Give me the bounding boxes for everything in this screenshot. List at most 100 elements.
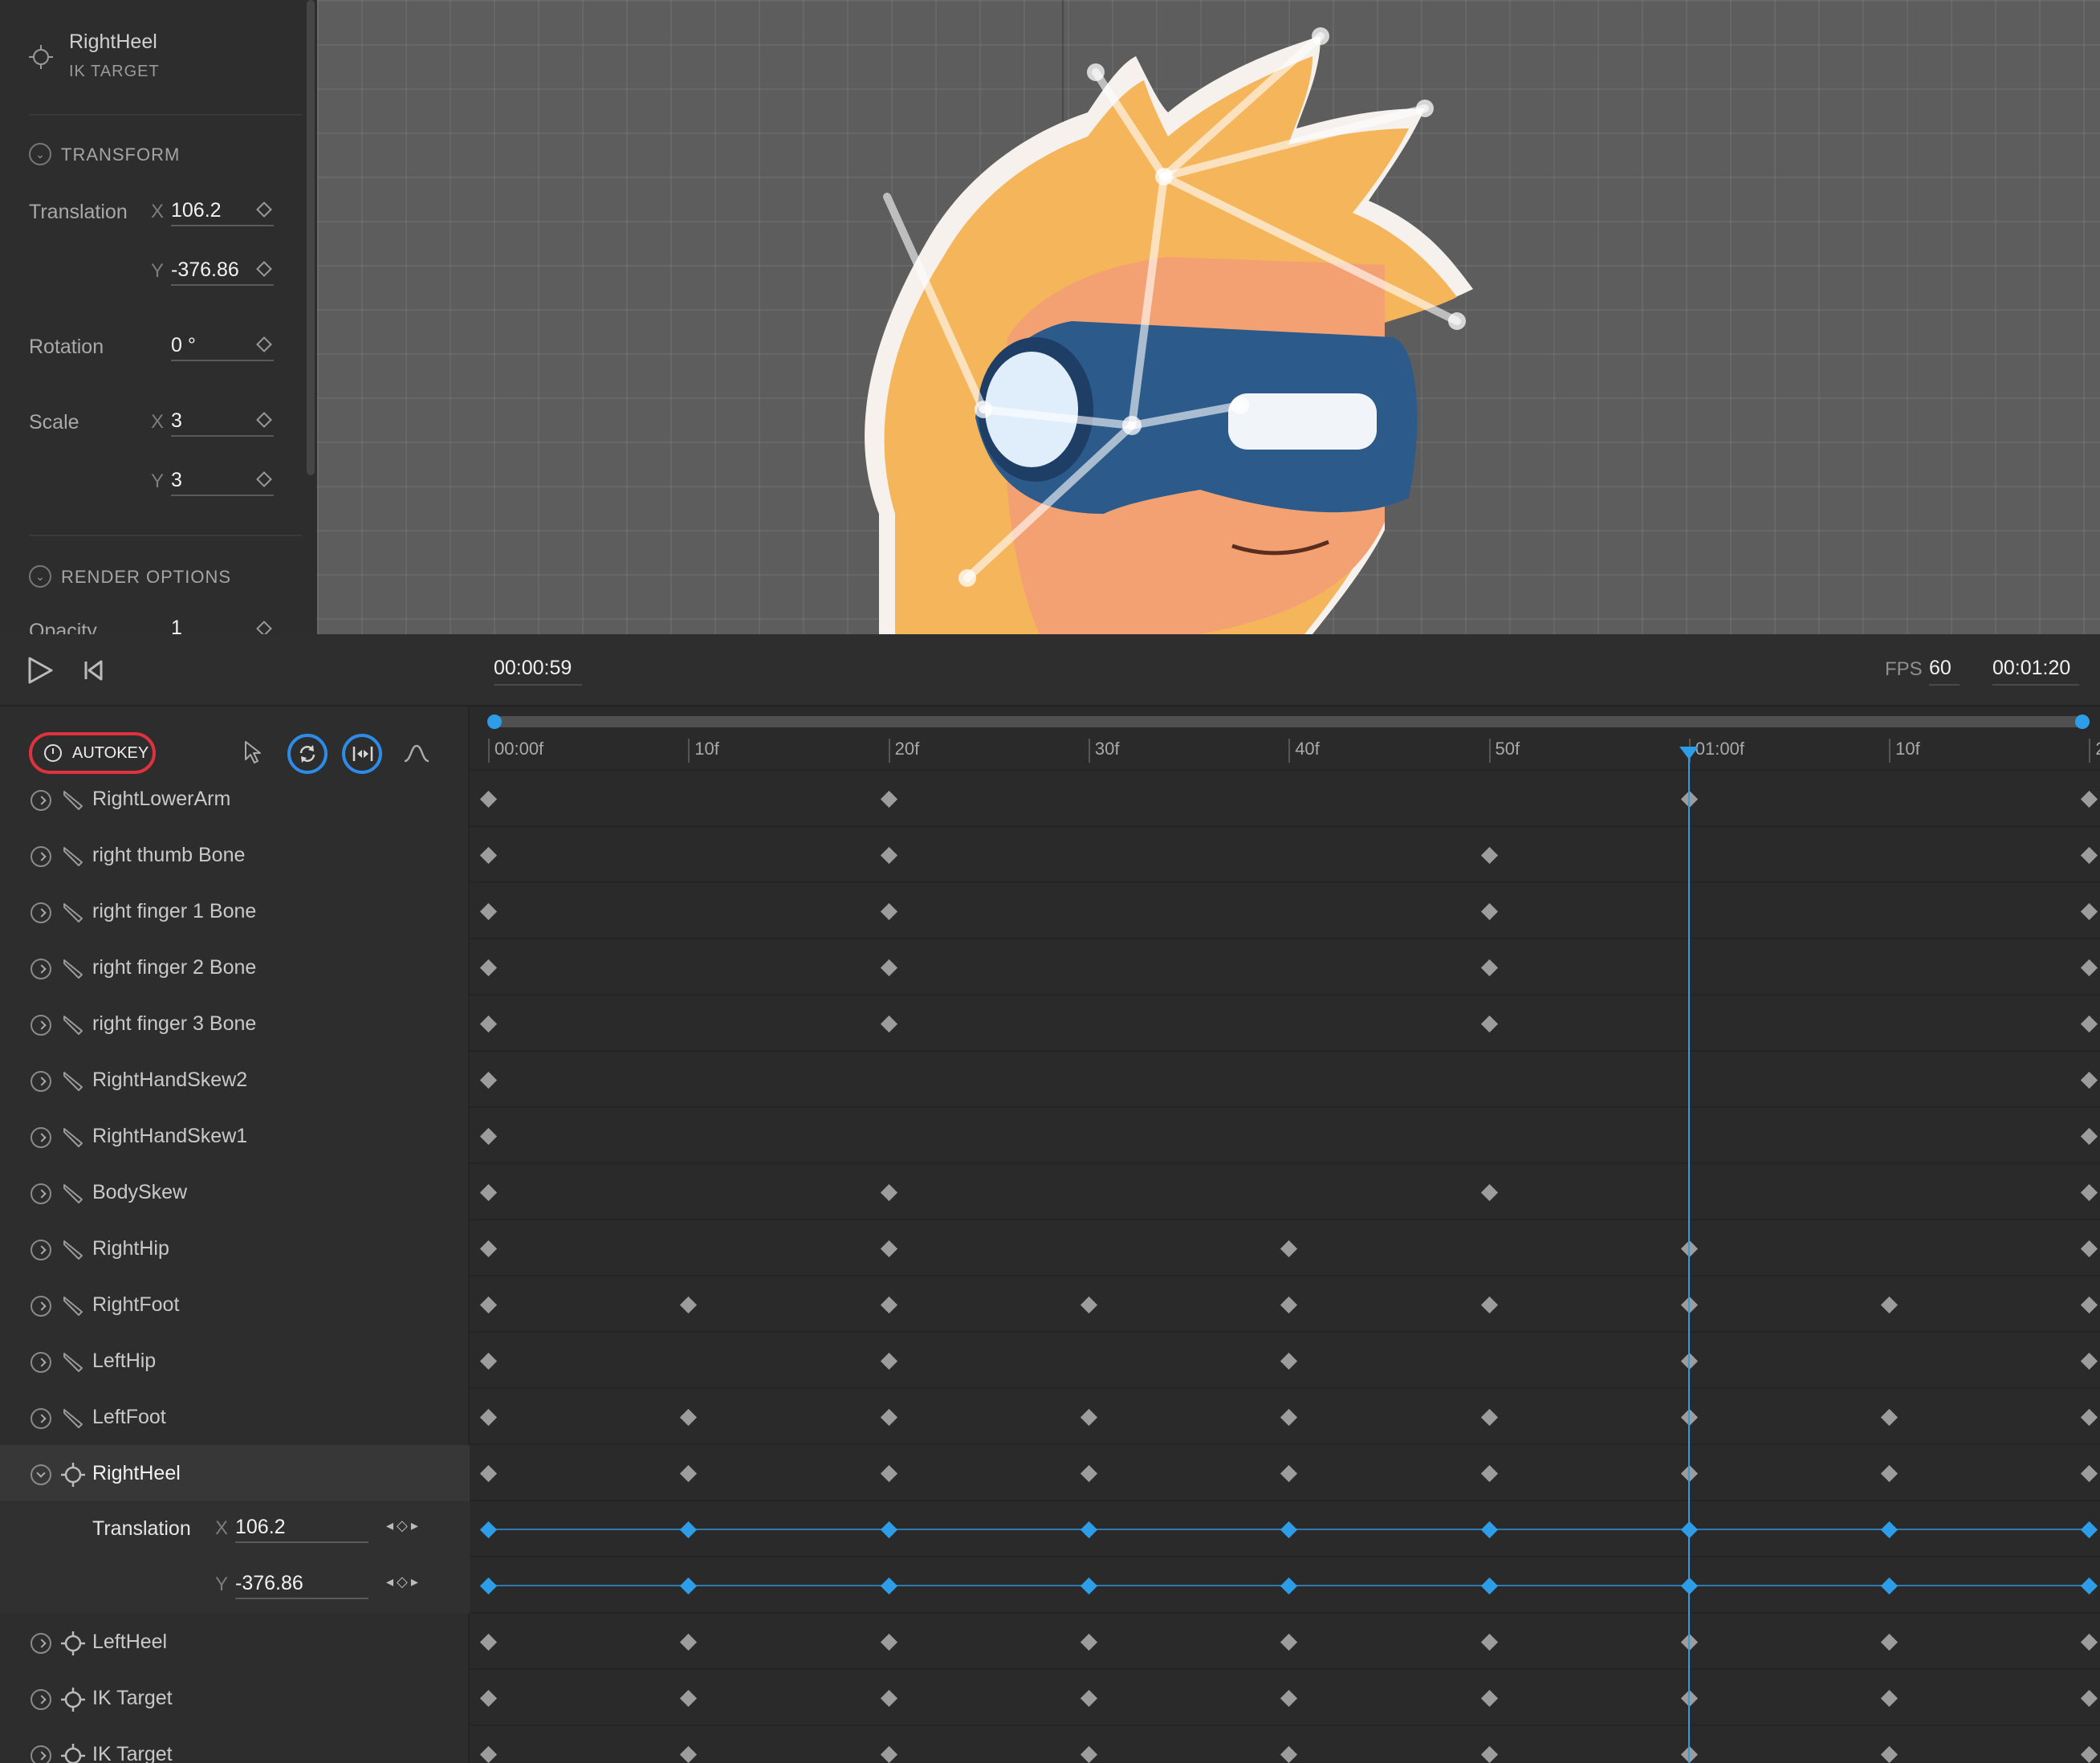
keyframe[interactable] xyxy=(880,1183,897,1202)
keyframe[interactable] xyxy=(1080,1745,1097,1763)
keyframe[interactable] xyxy=(2081,1689,2098,1708)
keyframe[interactable] xyxy=(2081,1464,2098,1483)
keyframe[interactable] xyxy=(880,1689,897,1708)
keyframe[interactable] xyxy=(2081,1015,2098,1033)
expand-chevron-icon[interactable] xyxy=(31,1352,51,1373)
keyframe[interactable] xyxy=(680,1296,698,1314)
expand-chevron-icon[interactable] xyxy=(31,1633,51,1654)
time-ruler[interactable]: 00:00f 10f 20f 30f 40f 50f 01:00f 10f 2 xyxy=(470,706,2100,771)
keyframe[interactable] xyxy=(1480,1689,1498,1708)
keyframe[interactable] xyxy=(1480,1521,1498,1539)
keyframe[interactable] xyxy=(880,959,897,977)
keyframe[interactable] xyxy=(680,1633,698,1651)
keyframe[interactable] xyxy=(479,1745,498,1763)
keyframe[interactable] xyxy=(1480,902,1498,921)
expand-chevron-icon[interactable] xyxy=(31,959,51,979)
keyframe[interactable] xyxy=(880,1240,897,1258)
expand-chevron-icon[interactable] xyxy=(31,1296,51,1317)
keyframe[interactable] xyxy=(880,1015,897,1033)
transform-section-header[interactable]: TRANSFORM xyxy=(61,145,180,165)
keyframe[interactable] xyxy=(479,1352,498,1370)
keyframe[interactable] xyxy=(1080,1408,1097,1427)
keyframe[interactable] xyxy=(2081,1352,2098,1370)
expand-chevron-icon[interactable] xyxy=(31,902,51,923)
keyframe[interactable] xyxy=(1480,1408,1498,1427)
track-row-rightheel[interactable]: RightHeel xyxy=(0,1445,470,1501)
keyframe[interactable] xyxy=(1880,1577,1899,1595)
expand-chevron-icon[interactable] xyxy=(31,790,51,811)
track-row-right-thumb-bone[interactable]: right thumb Bone xyxy=(0,827,470,883)
keyframe[interactable] xyxy=(1080,1521,1097,1539)
keyframe[interactable] xyxy=(479,1464,498,1483)
keyframe[interactable] xyxy=(1280,1577,1298,1595)
expand-chevron-icon[interactable] xyxy=(31,1127,51,1148)
viewport-canvas[interactable] xyxy=(317,0,2100,634)
keyframe[interactable] xyxy=(1480,1183,1498,1202)
keyframe[interactable] xyxy=(1280,1745,1298,1763)
keyframe[interactable] xyxy=(2081,1408,2098,1427)
track-row-right-finger-3-bone[interactable]: right finger 3 Bone xyxy=(0,996,470,1052)
keyframe[interactable] xyxy=(2081,1240,2098,1258)
keyframe[interactable] xyxy=(479,902,498,921)
keyframe[interactable] xyxy=(479,790,498,808)
keyframe[interactable] xyxy=(680,1745,698,1763)
expand-chevron-icon[interactable] xyxy=(31,1183,51,1204)
expand-chevron-icon[interactable] xyxy=(31,1408,51,1429)
keyframe[interactable] xyxy=(680,1689,698,1708)
keyframe[interactable] xyxy=(2081,1183,2098,1202)
keyframe[interactable] xyxy=(479,1015,498,1033)
keyframe[interactable] xyxy=(1280,1633,1298,1651)
keyframe[interactable] xyxy=(1880,1521,1899,1539)
keyframe-navigator-icon[interactable]: ◂◇▸ xyxy=(386,1517,421,1534)
keyframe[interactable] xyxy=(880,1745,897,1763)
keyframe[interactable] xyxy=(479,846,498,865)
render-options-chevron-icon[interactable]: ⌄ xyxy=(29,565,51,588)
graph-curve-icon[interactable] xyxy=(403,743,430,763)
expand-chevron-icon[interactable] xyxy=(31,1015,51,1036)
track-row-leftfoot[interactable]: LeftFoot xyxy=(0,1389,470,1445)
keyframe[interactable] xyxy=(1280,1240,1298,1258)
keyframe[interactable] xyxy=(880,1296,897,1314)
keyframe[interactable] xyxy=(1480,846,1498,865)
keyframe[interactable] xyxy=(1080,1296,1097,1314)
keyframe[interactable] xyxy=(1280,1408,1298,1427)
subtrack-value-field[interactable]: -376.86 xyxy=(235,1570,368,1599)
keyframe[interactable] xyxy=(1880,1408,1899,1427)
keyframe[interactable] xyxy=(880,846,897,865)
track-row-righthandskew1[interactable]: RightHandSkew1 xyxy=(0,1108,470,1164)
keyframe[interactable] xyxy=(1280,1464,1298,1483)
keyframe[interactable] xyxy=(1080,1464,1097,1483)
inspector-scrollbar[interactable] xyxy=(307,0,315,475)
keyframe[interactable] xyxy=(1880,1464,1899,1483)
keyframe[interactable] xyxy=(479,1071,498,1089)
transform-chevron-icon[interactable]: ⌄ xyxy=(29,143,51,165)
expand-chevron-icon[interactable] xyxy=(31,1464,51,1485)
keyframe[interactable] xyxy=(479,1127,498,1146)
keyframe[interactable] xyxy=(1280,1296,1298,1314)
track-row-righthandskew2[interactable]: RightHandSkew2 xyxy=(0,1052,470,1108)
current-time-field[interactable]: 00:00:59 xyxy=(494,653,582,686)
keyframe[interactable] xyxy=(2081,1127,2098,1146)
skip-to-start-icon[interactable] xyxy=(83,660,103,681)
keyframe[interactable] xyxy=(1080,1577,1097,1595)
keyframe[interactable] xyxy=(2081,959,2098,977)
keyframe[interactable] xyxy=(479,1296,498,1314)
keyframe[interactable] xyxy=(2081,790,2098,808)
render-options-section-header[interactable]: RENDER OPTIONS xyxy=(61,567,231,588)
keyframe[interactable] xyxy=(479,1521,498,1539)
keyframe[interactable] xyxy=(880,1577,897,1595)
duration-field[interactable]: 00:01:20 xyxy=(1992,653,2079,686)
keyframe[interactable] xyxy=(1280,1521,1298,1539)
fps-field[interactable]: 60 xyxy=(1929,653,1960,686)
keyframe[interactable] xyxy=(680,1521,698,1539)
keyframe[interactable] xyxy=(1280,1689,1298,1708)
keyframe[interactable] xyxy=(680,1408,698,1427)
keyframe[interactable] xyxy=(1480,959,1498,977)
keyframe[interactable] xyxy=(1880,1745,1899,1763)
playhead[interactable] xyxy=(1679,747,1699,1763)
keyframe[interactable] xyxy=(1080,1689,1097,1708)
keyframe[interactable] xyxy=(2081,1745,2098,1763)
keyframe[interactable] xyxy=(1080,1633,1097,1651)
keyframe[interactable] xyxy=(1480,1633,1498,1651)
play-icon[interactable] xyxy=(27,657,53,684)
